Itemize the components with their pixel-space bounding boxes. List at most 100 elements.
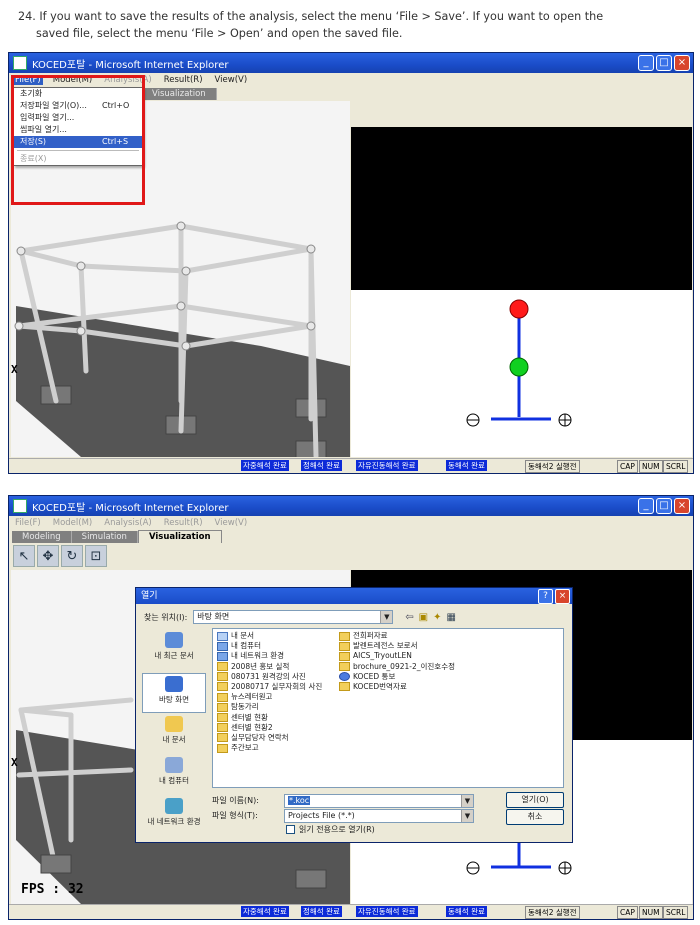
up-folder-icon[interactable]: ▣: [419, 612, 428, 623]
dialog-title: 열기: [141, 591, 158, 601]
file-name: KOCED번역자료: [353, 681, 407, 691]
axis-x-label: X: [11, 363, 18, 376]
window-titlebar[interactable]: KOCED포탈 - Microsoft Internet Explorer _ …: [9, 53, 693, 73]
recent-docs-icon: [165, 632, 183, 648]
status-static: 정해석 완료: [301, 906, 342, 917]
filetype-value: Projects File (*.*): [288, 810, 355, 820]
close-button[interactable]: ×: [674, 498, 690, 514]
place-label: 내 문서: [162, 735, 186, 744]
look-in-combo[interactable]: 바탕 화면 ▼: [193, 610, 394, 624]
file-list[interactable]: 내 문서 내 컴퓨터 내 네트워크 환경 2008년 홍보 실적 080731 …: [212, 628, 564, 788]
cancel-button[interactable]: 취소: [506, 809, 564, 825]
help-button[interactable]: ?: [538, 589, 553, 604]
list-item[interactable]: 주간보고: [217, 743, 322, 753]
tab-visualization[interactable]: Visualization: [142, 88, 217, 100]
dialog-titlebar[interactable]: 열기 ? ×: [136, 588, 572, 604]
maximize-button[interactable]: □: [656, 55, 672, 71]
view-toolbar: ↖ ✥ ↻ ⊡: [9, 543, 693, 569]
dialog-close-button[interactable]: ×: [555, 589, 570, 604]
list-item[interactable]: 내 문서: [217, 631, 322, 641]
minimize-button[interactable]: _: [638, 55, 654, 71]
rotate-icon[interactable]: ↻: [61, 545, 83, 567]
network-icon: [217, 651, 228, 661]
zoom-box-icon[interactable]: ⊡: [85, 545, 107, 567]
place-desktop[interactable]: 바탕 화면: [142, 673, 206, 713]
desktop-icon: [165, 676, 183, 692]
list-item[interactable]: 내 네트워크 환경: [217, 651, 322, 661]
list-item[interactable]: 080731 원격강의 사진: [217, 672, 322, 682]
folder-icon: [217, 662, 228, 672]
filetype-row: 파일 형식(T): Projects File (*.*) ▼: [212, 808, 474, 823]
tab-visualization[interactable]: Visualization: [137, 530, 222, 543]
list-item[interactable]: 센터별 현황: [217, 713, 322, 723]
filename-value: *.koc: [288, 795, 311, 805]
status-dynamic: 동해석 완료: [446, 906, 487, 917]
maximize-button[interactable]: □: [656, 498, 672, 514]
folder-icon: [217, 713, 228, 722]
tab-simulation[interactable]: Simulation: [71, 531, 138, 543]
menu-view[interactable]: View(V): [213, 518, 250, 528]
open-button[interactable]: 열기(O): [506, 792, 564, 808]
file-name: 내 문서: [231, 631, 255, 640]
status-cap: CAP: [617, 906, 638, 919]
folder-icon: [339, 682, 350, 692]
status-dynamic2: 동해석2 실행전: [525, 460, 580, 473]
place-network[interactable]: 내 네트워크 환경: [142, 798, 206, 836]
mass-ball-bottom: [509, 357, 529, 377]
menu-model[interactable]: Model(M): [51, 518, 95, 528]
list-item[interactable]: 센터별 현황2: [217, 723, 322, 733]
filetype-label: 파일 형식(T):: [212, 811, 258, 820]
menu-result[interactable]: Result(R): [162, 75, 205, 85]
place-my-computer[interactable]: 내 컴퓨터: [142, 757, 206, 795]
filename-input[interactable]: *.koc ▼: [284, 793, 474, 808]
filename-row: 파일 이름(N): *.koc ▼: [212, 793, 474, 808]
file-name: 뉴스레터원고: [231, 692, 273, 702]
pan-move-icon[interactable]: ✥: [37, 545, 59, 567]
list-item[interactable]: AICS_TryoutLEN: [339, 651, 455, 661]
chevron-down-icon: ▼: [380, 611, 393, 623]
place-recent[interactable]: 내 최근 문서: [142, 632, 206, 670]
filetype-select[interactable]: Projects File (*.*) ▼: [284, 808, 474, 823]
place-my-documents[interactable]: 내 문서: [142, 716, 206, 754]
list-item[interactable]: brochure_0921-2_이진호수정: [339, 662, 455, 672]
back-icon[interactable]: ⇦: [405, 612, 413, 623]
list-item[interactable]: 탐동가리: [217, 702, 322, 712]
places-bar: 내 최근 문서 바탕 화면 내 문서 내 컴퓨터 내 네트워크 환경: [142, 630, 206, 839]
file-name: 실무담당자 연락처: [231, 732, 289, 742]
readonly-checkbox[interactable]: [286, 825, 295, 834]
list-item[interactable]: 뉴스레터원고: [217, 692, 322, 702]
menu-view[interactable]: View(V): [213, 75, 250, 85]
ie-app-icon: [13, 56, 27, 70]
list-item[interactable]: 전희퍼자료: [339, 631, 455, 641]
folder-icon: [217, 682, 228, 692]
fps-counter: FPS : 32: [21, 882, 84, 897]
status-bar: 자중해석 완료 정해석 완료 자유진동해석 완료 동해석 완료 동해석2 실행전…: [9, 458, 693, 473]
list-item[interactable]: 내 컴퓨터: [217, 641, 322, 651]
select-arrow-icon[interactable]: ↖: [13, 545, 35, 567]
list-item[interactable]: 20080717 실무자회의 사진: [217, 682, 322, 692]
new-folder-icon[interactable]: ✦: [433, 612, 441, 623]
view-menu-icon[interactable]: ▦: [447, 612, 456, 623]
list-item[interactable]: 발렌트레전스 보로서: [339, 641, 455, 651]
minimize-button[interactable]: _: [638, 498, 654, 514]
window-titlebar[interactable]: KOCED포탈 - Microsoft Internet Explorer _ …: [9, 496, 693, 516]
menu-result[interactable]: Result(R): [162, 518, 205, 528]
status-scrl: SCRL: [663, 906, 689, 919]
filename-label: 파일 이름(N):: [212, 796, 259, 805]
list-item[interactable]: 2008년 홍보 실적: [217, 662, 322, 672]
folder-icon: [217, 733, 228, 743]
instruction-text: 24. If you want to save the results of t…: [18, 8, 683, 42]
window-title: KOCED포탈 - Microsoft Internet Explorer: [32, 502, 229, 514]
computer-icon: [217, 641, 228, 651]
status-freevib: 자유진동해석 완료: [356, 460, 418, 471]
tab-modeling[interactable]: Modeling: [12, 531, 72, 543]
list-item[interactable]: KOCED번역자료: [339, 682, 455, 692]
browser-window-open: KOCED포탈 - Microsoft Internet Explorer _ …: [8, 495, 694, 920]
place-label: 내 최근 문서: [154, 651, 194, 660]
list-item[interactable]: 실무담당자 연락처: [217, 733, 322, 743]
list-item[interactable]: KOCED 통보: [339, 672, 455, 682]
menu-file[interactable]: File(F): [13, 518, 43, 528]
close-button[interactable]: ×: [674, 55, 690, 71]
status-dynamic2: 동해석2 실행전: [525, 906, 580, 919]
menu-analysis[interactable]: Analysis(A): [102, 518, 153, 528]
